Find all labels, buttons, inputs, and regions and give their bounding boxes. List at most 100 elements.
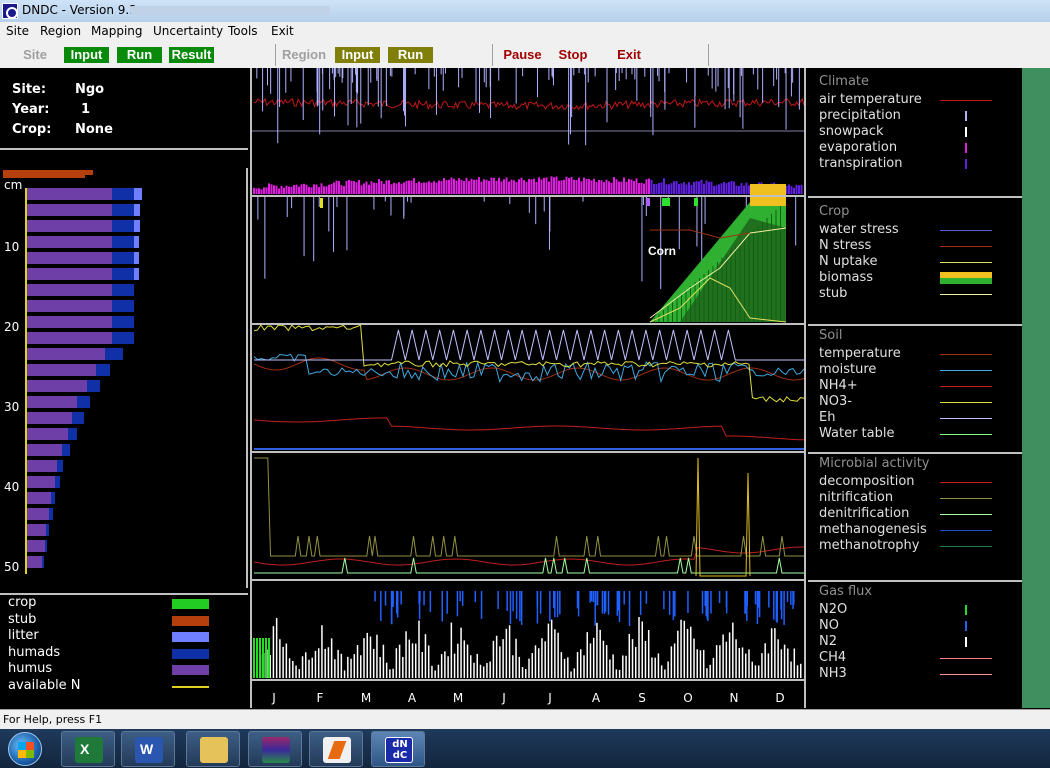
legend-item: N stress — [819, 238, 872, 253]
site-input-button[interactable]: Input — [64, 47, 109, 63]
legend-marker — [940, 498, 992, 499]
divider — [0, 148, 248, 150]
gas-flux-plot — [253, 591, 802, 678]
soil-legend-swatch — [172, 665, 209, 675]
legend-item: methanotrophy — [819, 538, 920, 553]
menu-region[interactable]: Region — [40, 24, 81, 38]
depth-tick: 30 — [4, 400, 20, 414]
month-label: M — [453, 691, 463, 705]
legend-item: stub — [819, 286, 848, 301]
legend-marker — [940, 100, 992, 101]
year-label-text: Year: — [12, 102, 50, 117]
month-label: A — [408, 691, 417, 705]
month-label: F — [317, 691, 324, 705]
litter-layer — [134, 188, 142, 200]
menu-site[interactable]: Site — [6, 24, 29, 38]
status-text: For Help, press F1 — [3, 713, 103, 726]
humus-layer — [27, 316, 112, 328]
app-taskbar-button[interactable] — [309, 731, 363, 767]
legend-marker — [940, 530, 992, 531]
legend-item: NH3 — [819, 666, 847, 681]
humus-layer — [27, 204, 112, 216]
humus-layer — [27, 332, 112, 344]
soil-legend-label: humads — [8, 644, 61, 660]
humus-layer — [27, 508, 49, 520]
site-result-button[interactable]: Result — [169, 47, 214, 63]
explorer-taskbar-button[interactable] — [186, 731, 240, 767]
crop-marker — [662, 198, 670, 206]
month-label: J — [501, 691, 506, 705]
eh-line — [254, 329, 804, 361]
crop-label-text: Crop: — [12, 122, 52, 137]
no3-line — [253, 324, 805, 403]
site-value: Ngo — [75, 82, 105, 97]
pause-button[interactable]: Pause — [500, 47, 545, 63]
humads-layer — [112, 236, 134, 248]
excel-taskbar-button[interactable]: X — [61, 731, 115, 767]
legend-item: decomposition — [819, 474, 915, 489]
region-run-button[interactable]: Run — [388, 47, 433, 63]
humus-layer — [27, 396, 77, 408]
stop-button[interactable]: Stop — [555, 47, 591, 63]
humus-layer — [27, 428, 68, 440]
humads-layer — [46, 524, 49, 536]
humads-layer — [112, 204, 134, 216]
status-bar: For Help, press F1 — [0, 709, 1050, 729]
humus-layer — [27, 380, 87, 392]
legend-marker — [965, 159, 967, 169]
humads-layer — [112, 300, 134, 312]
menu-uncertainty[interactable]: Uncertainty — [153, 24, 223, 38]
plot-legend: Climate air temperature precipitation snowp… — [808, 68, 1022, 708]
legend-marker — [940, 514, 992, 515]
toolbar-separator — [708, 44, 709, 66]
menu-exit[interactable]: Exit — [271, 24, 294, 38]
month-label: D — [775, 691, 784, 705]
crop-plot — [257, 184, 797, 323]
humus-layer — [27, 252, 112, 264]
climate-plot — [250, 68, 806, 194]
menu-mapping[interactable]: Mapping — [91, 24, 143, 38]
humads-layer — [45, 540, 47, 552]
legend-item: air temperature — [819, 92, 922, 107]
legend-item: N2O — [819, 602, 848, 617]
start-button[interactable] — [8, 732, 42, 766]
month-label: M — [361, 691, 371, 705]
legend-item: N2 — [819, 634, 837, 649]
legend-marker — [940, 354, 992, 355]
humads-layer — [49, 508, 53, 520]
winrar-taskbar-button[interactable] — [248, 731, 302, 767]
divider — [0, 593, 248, 595]
depth-tick: 10 — [4, 240, 20, 254]
region-input-button[interactable]: Input — [335, 47, 380, 63]
legend-item: NO — [819, 618, 839, 633]
denitrification-line — [254, 557, 804, 574]
menu-tools[interactable]: Tools — [228, 24, 258, 38]
humads-layer — [62, 444, 70, 456]
nh4-line — [253, 417, 805, 441]
divider — [808, 452, 1022, 454]
site-label-text: Site: — [12, 82, 47, 97]
humus-layer — [27, 492, 51, 504]
depth-unit: cm — [4, 178, 23, 192]
humads-layer — [72, 412, 84, 424]
month-label: J — [271, 691, 276, 705]
soil-temperature-line — [253, 357, 805, 381]
divider — [808, 580, 1022, 582]
legend-marker — [940, 402, 992, 403]
month-label: S — [638, 691, 646, 705]
month-label: J — [547, 691, 552, 705]
dndc-icon: dN dC — [385, 737, 413, 763]
crop-marker — [646, 198, 650, 206]
crop-marker — [694, 198, 698, 206]
legend-item: transpiration — [819, 156, 903, 171]
word-taskbar-button[interactable]: W — [121, 731, 175, 767]
panel-title: Climate — [819, 74, 870, 89]
crop-marker — [320, 198, 323, 208]
exit-button[interactable]: Exit — [611, 47, 647, 63]
site-run-button[interactable]: Run — [117, 47, 162, 63]
humads-layer — [96, 364, 110, 376]
legend-marker — [965, 111, 967, 121]
dndc-taskbar-button[interactable]: dN dC — [371, 731, 425, 767]
legend-item: CH4 — [819, 650, 847, 665]
humads-layer — [87, 380, 100, 392]
